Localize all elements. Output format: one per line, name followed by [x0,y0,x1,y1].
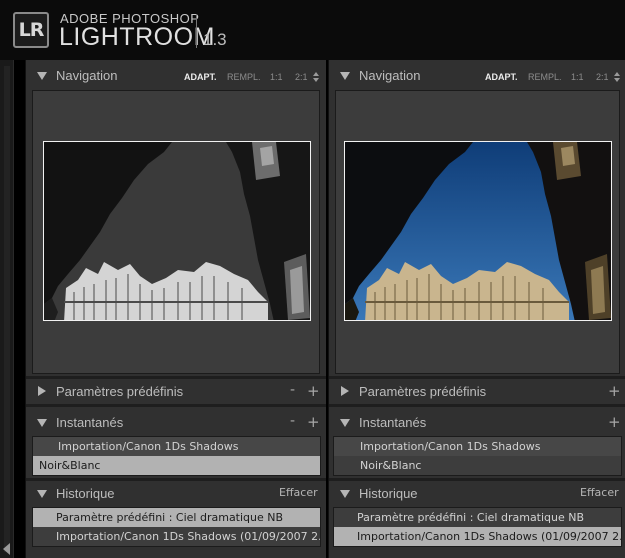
add-snapshot-button[interactable]: + [307,413,320,431]
snapshots-header[interactable]: Instantanés - + [26,410,326,436]
list-item[interactable]: Importation/Canon 1Ds Shadows (01/09/200… [334,527,621,546]
history-header[interactable]: Historique Effacer [329,481,625,507]
left-panel: Navigation ADAPT. REMPL. 1:1 2:1 Paramèt… [25,60,326,558]
add-preset-button[interactable]: + [608,382,621,400]
zoom-2-1-button[interactable]: 2:1 [295,72,308,82]
collapse-left-arrow-icon[interactable] [3,543,10,555]
list-item[interactable]: Paramètre prédéfini : Ciel dramatique NB [334,508,621,527]
building-photo-bw [44,142,310,320]
zoom-1-1-button[interactable]: 1:1 [270,72,283,82]
collapsed-triangle-icon[interactable] [341,386,349,396]
zoom-fill-button[interactable]: REMPL. [227,72,261,82]
snapshots-list: Importation/Canon 1Ds Shadows Noir&Blanc [333,436,622,476]
zoom-2-1-button[interactable]: 2:1 [596,72,609,82]
expand-triangle-icon[interactable] [37,72,47,80]
brand-lightroom: LIGHTROOM [59,23,215,51]
section-divider [329,404,625,407]
navigator-preview[interactable] [32,90,320,374]
zoom-stepper-icon[interactable] [614,72,620,82]
list-item[interactable]: Noir&Blanc [33,456,320,475]
section-divider [26,404,326,407]
left-panel-edge-track [4,66,10,552]
history-title: Historique [56,486,115,501]
snapshots-header[interactable]: Instantanés + [329,410,625,436]
snapshots-title: Instantanés [359,415,427,430]
snapshots-list: Importation/Canon 1Ds Shadows Noir&Blanc [32,436,321,476]
zoom-fit-button[interactable]: ADAPT. [485,72,518,82]
presets-header[interactable]: Paramètres prédéfinis - + [26,379,326,405]
history-list: Paramètre prédéfini : Ciel dramatique NB… [333,507,622,547]
left-panel-edge[interactable] [0,60,14,558]
history-header[interactable]: Historique Effacer [26,481,326,507]
app-header: LR ADOBE PHOTOSHOP LIGHTROOM 1.3 [0,0,625,60]
navigation-header[interactable]: Navigation ADAPT. REMPL. 1:1 2:1 [329,63,625,89]
expand-triangle-icon[interactable] [37,419,47,427]
navigator-preview[interactable] [335,90,620,374]
list-item[interactable]: Paramètre prédéfini : Ciel dramatique NB [33,508,320,527]
navigation-title: Navigation [359,68,421,83]
history-title: Historique [359,486,418,501]
building-photo-color [345,142,611,320]
expand-triangle-icon[interactable] [340,419,350,427]
list-item[interactable]: Importation/Canon 1Ds Shadows [334,437,621,456]
right-panel: Navigation ADAPT. REMPL. 1:1 2:1 Paramèt… [328,60,625,558]
navigation-title: Navigation [56,68,118,83]
snapshots-title: Instantanés [56,415,124,430]
list-item[interactable]: Importation/Canon 1Ds Shadows (01/09/200… [33,527,320,546]
expand-triangle-icon[interactable] [340,490,350,498]
clear-history-button[interactable]: Effacer [279,486,318,499]
add-preset-button[interactable]: + [307,382,320,400]
clear-history-button[interactable]: Effacer [580,486,619,499]
zoom-1-1-button[interactable]: 1:1 [571,72,584,82]
remove-preset-button[interactable]: - [290,382,295,398]
zoom-stepper-icon[interactable] [313,72,319,82]
app-version: 1.3 [203,30,227,49]
list-item[interactable]: Importation/Canon 1Ds Shadows [33,437,320,456]
expand-triangle-icon[interactable] [340,72,350,80]
presets-title: Paramètres prédéfinis [359,384,487,399]
brand-separator [196,14,197,48]
presets-title: Paramètres prédéfinis [56,384,184,399]
navigator-photo-bw[interactable] [43,141,311,321]
navigation-header[interactable]: Navigation ADAPT. REMPL. 1:1 2:1 [26,63,326,89]
zoom-fill-button[interactable]: REMPL. [528,72,562,82]
list-item[interactable]: Noir&Blanc [334,456,621,475]
collapsed-triangle-icon[interactable] [38,386,46,396]
navigator-photo-color[interactable] [344,141,612,321]
lightroom-logo: LR [13,12,49,48]
zoom-fit-button[interactable]: ADAPT. [184,72,217,82]
expand-triangle-icon[interactable] [37,490,47,498]
remove-snapshot-button[interactable]: - [290,413,295,429]
add-snapshot-button[interactable]: + [608,413,621,431]
presets-header[interactable]: Paramètres prédéfinis + [329,379,625,405]
history-list: Paramètre prédéfini : Ciel dramatique NB… [32,507,321,547]
